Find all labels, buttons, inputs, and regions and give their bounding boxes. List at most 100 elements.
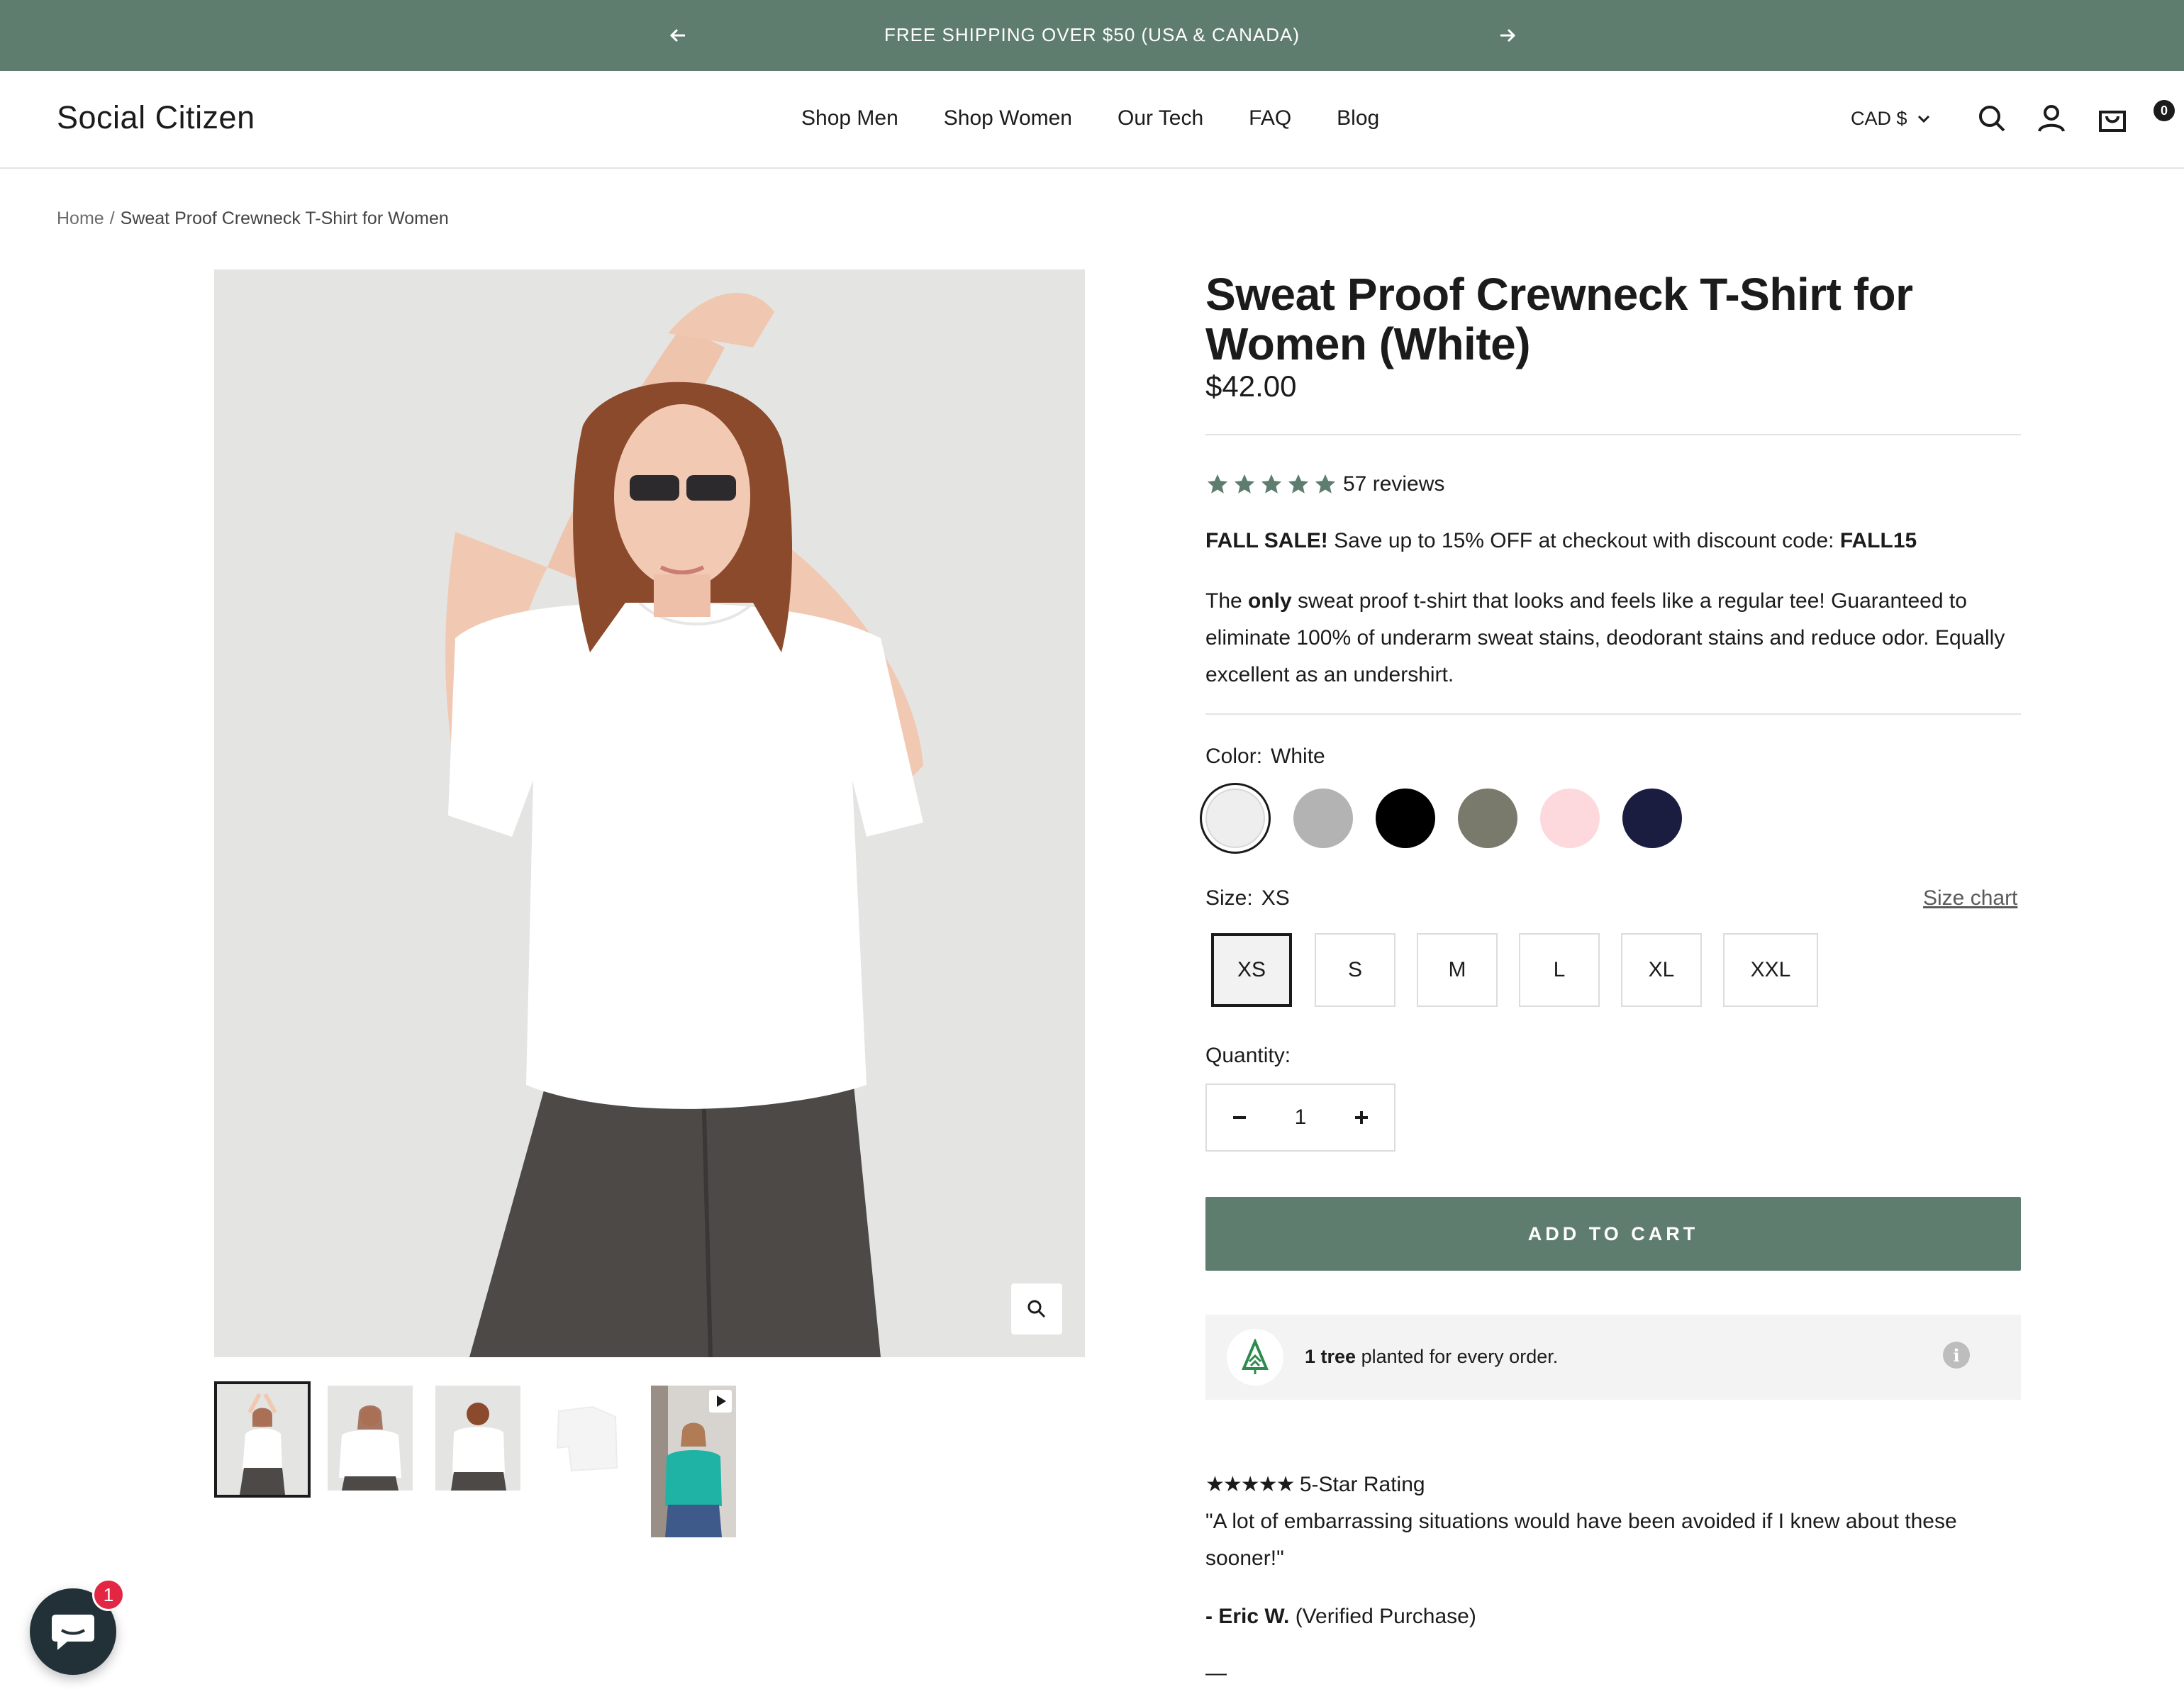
- description-text: The: [1205, 589, 1249, 613]
- color-label: Color:: [1205, 745, 1263, 768]
- site-header: Social Citizen Shop Men Shop Women Our T…: [0, 71, 2184, 169]
- cart-icon: [2099, 111, 2126, 132]
- next-announcement-button[interactable]: [1491, 18, 1525, 52]
- nav-shop-women[interactable]: Shop Women: [944, 106, 1072, 130]
- chat-icon: [52, 1615, 94, 1650]
- color-swatch[interactable]: [1205, 789, 1265, 848]
- nav-blog[interactable]: Blog: [1337, 106, 1379, 130]
- store-logo[interactable]: Social Citizen: [57, 99, 255, 136]
- divider: [1205, 434, 2021, 435]
- color-label-row: Color: White: [1205, 745, 1325, 769]
- thumbnail-4[interactable]: [543, 1386, 628, 1491]
- tree-count: 1 tree: [1305, 1346, 1356, 1367]
- thumbnail-1[interactable]: [214, 1381, 311, 1498]
- star-icon: [1207, 474, 1228, 494]
- chat-notification-badge: 1: [92, 1578, 125, 1611]
- star-icon: [1234, 474, 1255, 494]
- quantity-increase-button[interactable]: [1329, 1085, 1394, 1150]
- add-to-cart-button[interactable]: ADD TO CART: [1205, 1197, 2021, 1271]
- color-swatch[interactable]: [1293, 789, 1353, 848]
- divider: [1205, 713, 2021, 715]
- rating-summary[interactable]: 57 reviews: [1205, 472, 1444, 496]
- size-option[interactable]: XXL: [1723, 933, 1818, 1007]
- zoom-icon: [1027, 1300, 1046, 1318]
- size-option[interactable]: L: [1519, 933, 1600, 1007]
- star-icon: [1315, 474, 1336, 494]
- product-info: Sweat Proof Crewneck T-Shirt for Women (…: [1205, 269, 2021, 404]
- breadcrumb-separator: /: [109, 208, 115, 228]
- arrow-right-icon: [1500, 28, 1515, 43]
- description-emphasis: only: [1248, 589, 1292, 613]
- announcement-text: FREE SHIPPING OVER $50 (USA & CANADA): [884, 24, 1300, 45]
- description-text: sweat proof t-shirt that looks and feels…: [1205, 589, 2005, 686]
- currency-label: CAD $: [1851, 108, 1907, 129]
- play-icon: [709, 1390, 732, 1413]
- chevron-down-icon: [1917, 115, 1929, 123]
- size-option[interactable]: S: [1315, 933, 1395, 1007]
- search-icon: [1979, 106, 2005, 132]
- quantity-label: Quantity:: [1205, 1044, 1291, 1067]
- product-title: Sweat Proof Crewneck T-Shirt for Women (…: [1205, 269, 1913, 369]
- currency-selector[interactable]: CAD $: [1851, 108, 1930, 130]
- review-author: - Eric W. (Verified Purchase): [1205, 1598, 2021, 1635]
- color-swatch[interactable]: [1622, 789, 1682, 848]
- review-rating: ★★★★★ 5-Star Rating: [1205, 1466, 2021, 1503]
- color-swatch[interactable]: [1376, 789, 1435, 848]
- review-author-name: - Eric W.: [1205, 1605, 1290, 1628]
- thumbnail-video[interactable]: [651, 1386, 736, 1537]
- size-value: XS: [1261, 886, 1290, 910]
- color-swatch[interactable]: [1540, 789, 1600, 848]
- nav-shop-men[interactable]: Shop Men: [801, 106, 898, 130]
- thumbnail-photo: [217, 1384, 308, 1495]
- size-option[interactable]: XL: [1621, 933, 1702, 1007]
- quantity-decrease-button[interactable]: [1207, 1085, 1272, 1150]
- model-photo: [214, 269, 1085, 1357]
- thumbnail-photo: [435, 1386, 520, 1491]
- product-price: $42.00: [1205, 369, 1297, 403]
- tree-description: planted for every order.: [1356, 1346, 1559, 1367]
- quantity-stepper: 1: [1205, 1084, 1395, 1152]
- review-count: 57 reviews: [1343, 472, 1445, 496]
- sale-banner: FALL SALE! Save up to 15% OFF at checkou…: [1205, 529, 1917, 553]
- nav-faq[interactable]: FAQ: [1249, 106, 1291, 130]
- product-description: The only sweat proof t-shirt that looks …: [1205, 583, 2021, 693]
- cart-button[interactable]: [2096, 102, 2129, 135]
- announcement-bar: FREE SHIPPING OVER $50 (USA & CANADA): [0, 0, 2184, 71]
- size-label: Size:: [1205, 886, 1253, 910]
- color-swatch[interactable]: [1458, 789, 1517, 848]
- info-icon[interactable]: i: [1943, 1342, 1970, 1369]
- tree-text: 1 tree planted for every order.: [1305, 1346, 1558, 1368]
- review-separator: —: [1205, 1661, 1227, 1685]
- star-icon: [1261, 474, 1282, 494]
- star-icon: [1288, 474, 1309, 494]
- breadcrumb-home[interactable]: Home: [57, 208, 104, 228]
- sale-code: FALL15: [1839, 529, 1917, 552]
- main-nav: Shop Men Shop Women Our Tech FAQ Blog: [801, 106, 1425, 130]
- sale-text: Save up to 15% OFF at checkout with disc…: [1327, 529, 1840, 552]
- thumbnail-3[interactable]: [435, 1386, 520, 1491]
- user-icon: [2038, 105, 2065, 132]
- zoom-button[interactable]: [1011, 1283, 1062, 1335]
- account-button[interactable]: [2035, 102, 2068, 135]
- size-chart-link[interactable]: Size chart: [1923, 886, 2017, 910]
- breadcrumb: Home / Sweat Proof Crewneck T-Shirt for Wo…: [57, 208, 449, 229]
- cart-count-badge: 0: [2151, 98, 2177, 123]
- review-rating-text: 5-Star Rating: [1293, 1473, 1425, 1496]
- thumbnail-2[interactable]: [328, 1386, 413, 1491]
- minus-icon: [1233, 1116, 1246, 1119]
- nav-our-tech[interactable]: Our Tech: [1118, 106, 1203, 130]
- thumbnail-photo: [328, 1386, 413, 1491]
- size-option[interactable]: XS: [1211, 933, 1292, 1007]
- product-main-image[interactable]: [214, 269, 1085, 1357]
- breadcrumb-current: Sweat Proof Crewneck T-Shirt for Women: [120, 208, 449, 228]
- search-button[interactable]: [1976, 102, 2008, 135]
- rating-stars: [1205, 472, 1337, 496]
- sale-title: FALL SALE!: [1205, 529, 1328, 552]
- quantity-input[interactable]: 1: [1295, 1105, 1307, 1130]
- size-option[interactable]: M: [1417, 933, 1498, 1007]
- review-author-note: (Verified Purchase): [1289, 1605, 1476, 1628]
- tree-icon: [1241, 1339, 1269, 1374]
- tree-badge: [1227, 1329, 1283, 1386]
- review-quote: "A lot of embarrassing situations would …: [1205, 1510, 1957, 1570]
- size-label-row: Size: XS: [1205, 886, 1290, 910]
